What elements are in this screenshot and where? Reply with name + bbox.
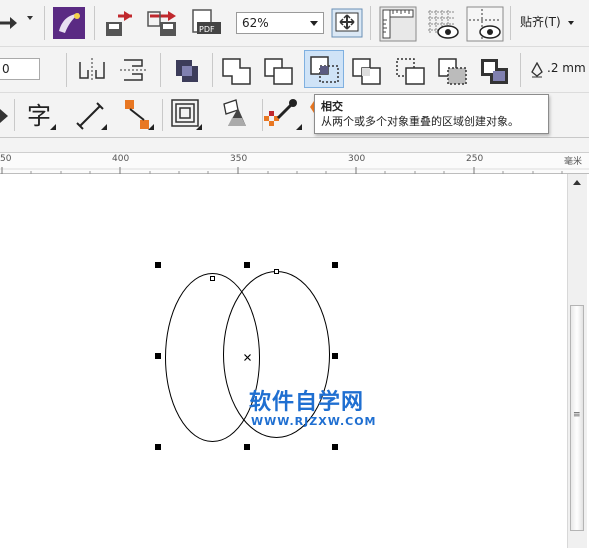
intersect-icon[interactable] — [308, 54, 342, 84]
corel-launcher-icon[interactable] — [53, 7, 85, 39]
mirror-vertical-icon[interactable] — [76, 56, 108, 84]
separator — [520, 53, 521, 87]
outline-pen-icon[interactable] — [530, 62, 544, 78]
watermark-text: 软件自学网 — [249, 390, 365, 415]
tooltip-title: 相交 — [321, 100, 343, 113]
separator — [66, 53, 67, 87]
watermark-url: WWW.RJZXW.COM — [251, 415, 377, 428]
combine-icon[interactable] — [172, 56, 202, 84]
ellipse-left[interactable] — [165, 273, 260, 442]
standard-toolbar: PDF 62% 贴齐(T) — [0, 0, 589, 47]
node-handle[interactable] — [274, 269, 279, 274]
selection-handle[interactable] — [332, 262, 338, 268]
chevron-down-icon — [568, 21, 574, 25]
export-pdf-icon[interactable]: PDF — [189, 8, 223, 38]
flyout-indicator-icon — [50, 124, 56, 130]
zoom-level-select[interactable]: 62% — [236, 12, 324, 34]
flyout-indicator-icon — [101, 124, 107, 130]
import-icon[interactable] — [104, 8, 136, 38]
grip-icon: ≡ — [573, 410, 581, 420]
redo-dropdown-icon[interactable] — [27, 16, 33, 20]
ruler-ticks — [0, 167, 589, 174]
export-icon[interactable] — [146, 8, 180, 38]
watermark: 软件自学网 WWW.RJZXW.COM — [249, 390, 377, 428]
selection-handle[interactable] — [155, 444, 161, 450]
separator — [162, 99, 163, 131]
back-minus-front-icon[interactable] — [436, 56, 470, 86]
snap-to-menu[interactable]: 贴齐(T) — [520, 13, 561, 30]
simplify-icon[interactable] — [350, 56, 384, 86]
separator — [94, 6, 95, 40]
svg-text:字: 字 — [27, 102, 51, 130]
selection-handle[interactable] — [332, 444, 338, 450]
zoom-level-value: 62% — [242, 16, 269, 30]
trim-icon[interactable] — [262, 56, 296, 86]
full-screen-preview-icon[interactable] — [331, 8, 363, 38]
front-minus-back-icon[interactable] — [394, 56, 428, 86]
position-x-field[interactable]: 0 — [0, 58, 40, 80]
outline-width-field[interactable]: .2 mm — [547, 61, 586, 75]
ruler-label: 400 — [112, 154, 130, 164]
chevron-down-icon — [310, 21, 318, 26]
separator — [44, 6, 45, 40]
selection-handle[interactable] — [155, 353, 161, 359]
svg-text:PDF: PDF — [199, 25, 215, 34]
weld-icon[interactable] — [220, 56, 254, 86]
scroll-up-icon[interactable] — [573, 180, 581, 185]
show-rulers-icon[interactable] — [379, 6, 417, 42]
node-handle[interactable] — [210, 276, 215, 281]
show-grid-icon[interactable] — [424, 6, 460, 42]
mirror-horizontal-icon[interactable] — [118, 56, 150, 84]
flyout-indicator-icon — [196, 124, 202, 130]
separator — [14, 99, 15, 131]
flyout-indicator-icon — [296, 124, 302, 130]
ruler-label: 300 — [348, 154, 366, 164]
canvas-top-gap — [0, 138, 589, 152]
separator — [212, 53, 213, 87]
tooltip-description: 从两个或多个对象重叠的区域创建对象。 — [321, 115, 519, 128]
selection-handle[interactable] — [155, 262, 161, 268]
selection-handle[interactable] — [244, 262, 250, 268]
center-marker-icon — [244, 354, 251, 361]
selection-handle[interactable] — [332, 353, 338, 359]
ruler-label: 350 — [230, 154, 248, 164]
scrollbar-thumb[interactable]: ≡ — [570, 305, 584, 531]
shape-tool-icon[interactable] — [0, 103, 12, 129]
ruler-label: 250 — [466, 154, 484, 164]
ruler-unit: 毫米 — [564, 157, 583, 167]
flyout-indicator-icon — [148, 124, 154, 130]
create-boundary-icon[interactable] — [478, 56, 512, 86]
separator — [510, 6, 511, 40]
intersect-tooltip: 相交 从两个或多个对象重叠的区域创建对象。 — [314, 94, 549, 134]
vertical-scrollbar[interactable]: ≡ — [567, 174, 587, 548]
ruler-label: 50 — [0, 154, 12, 164]
drawing-objects — [165, 269, 330, 442]
horizontal-ruler[interactable]: 50 400 350 300 250 毫米 — [0, 152, 589, 174]
selection-handle[interactable] — [244, 444, 250, 450]
transparency-tool-icon[interactable] — [216, 96, 252, 132]
separator — [370, 6, 371, 40]
show-guidelines-icon[interactable] — [466, 6, 504, 42]
redo-icon[interactable] — [0, 14, 20, 32]
separator — [160, 53, 161, 87]
